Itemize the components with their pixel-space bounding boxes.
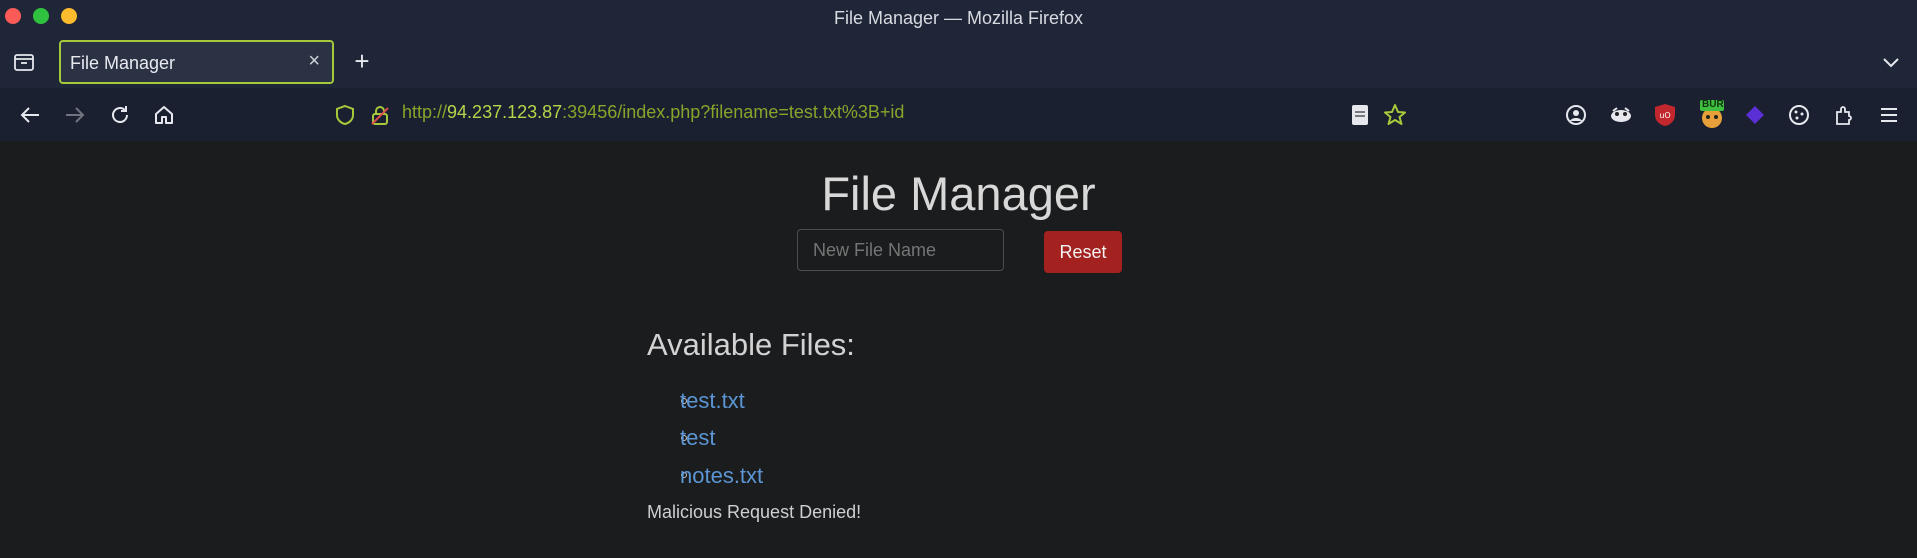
burp-icon[interactable]: BUR: [1697, 98, 1727, 130]
page-icon[interactable]: [1348, 103, 1372, 127]
menu-icon[interactable]: [1876, 103, 1902, 127]
forward-icon[interactable]: [62, 103, 88, 127]
extensions-icon[interactable]: [1831, 103, 1857, 127]
tab-file-manager[interactable]: File Manager ×: [59, 40, 334, 84]
back-icon[interactable]: [17, 103, 43, 127]
url-path: :39456/index.php?filename=test.txt%3B+id: [562, 102, 905, 122]
home-icon[interactable]: [151, 103, 177, 127]
reset-button[interactable]: Reset: [1044, 231, 1122, 273]
url-host: 94.237.123.87: [447, 102, 563, 122]
file-link-test-txt[interactable]: test.txt: [680, 388, 745, 414]
chevron-down-icon[interactable]: [1879, 50, 1903, 74]
cookie-icon[interactable]: [1786, 103, 1812, 127]
page-title: File Manager: [821, 167, 1096, 220]
new-file-name-input[interactable]: [797, 229, 1004, 271]
extension-icon[interactable]: [1608, 103, 1634, 127]
tab-title: File Manager: [70, 53, 176, 73]
extension-diamond-icon[interactable]: [1742, 103, 1768, 127]
account-icon[interactable]: [1563, 103, 1589, 127]
window-title: File Manager — Mozilla Firefox: [833, 8, 1084, 28]
file-link-test[interactable]: test: [680, 425, 715, 451]
svg-text:uO: uO: [1659, 111, 1670, 120]
new-tab-button[interactable]: +: [349, 46, 375, 76]
files-heading: Available Files:: [647, 327, 855, 362]
status-message: Malicious Request Denied!: [647, 502, 862, 522]
file-link-notes-txt[interactable]: notes.txt: [680, 463, 763, 489]
insecure-lock-icon[interactable]: [368, 103, 392, 127]
ublock-icon[interactable]: uO: [1652, 102, 1678, 128]
url-scheme: http://: [402, 102, 448, 122]
bookmark-star-icon[interactable]: [1382, 102, 1408, 128]
burp-badge: BUR: [1702, 99, 1724, 110]
url-bar[interactable]: http://94.237.123.87:39456/index.php?fil…: [402, 102, 904, 123]
reload-icon[interactable]: [107, 103, 133, 127]
shield-icon[interactable]: [333, 103, 357, 127]
tab-manager-icon[interactable]: [12, 50, 36, 74]
close-tab-icon[interactable]: ×: [308, 50, 320, 73]
